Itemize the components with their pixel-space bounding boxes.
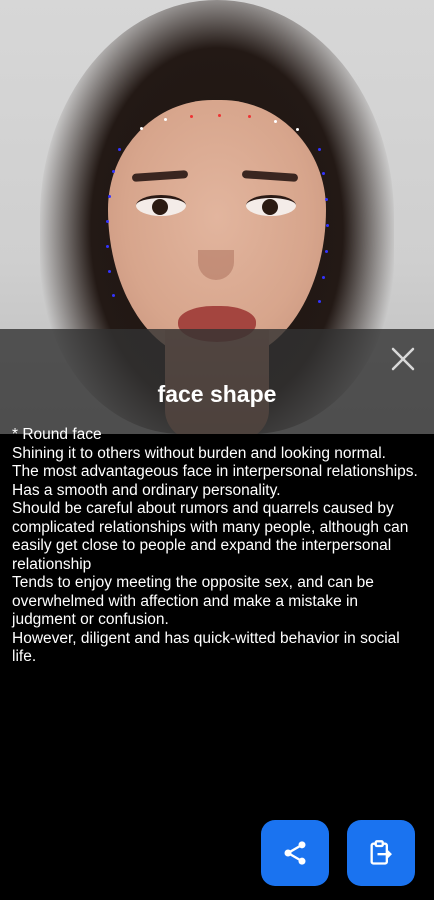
- description-line: Has a smooth and ordinary personality.: [12, 481, 281, 499]
- landmark-dot: [190, 115, 193, 118]
- landmark-dot: [322, 172, 325, 175]
- close-icon: [391, 347, 415, 371]
- landmark-dot: [164, 118, 167, 121]
- clipboard-copy-icon: [370, 840, 392, 865]
- description-line: Should be careful about rumors and quarr…: [12, 500, 409, 573]
- landmark-dot: [318, 148, 321, 151]
- right-eye: [246, 195, 296, 216]
- landmark-dot: [274, 120, 277, 123]
- landmark-dot: [118, 148, 121, 151]
- landmark-dot: [322, 276, 325, 279]
- landmark-dot: [112, 294, 115, 297]
- left-eye: [136, 195, 186, 216]
- description-line: * Round face: [12, 426, 102, 443]
- landmark-dot: [106, 245, 109, 248]
- description-line: The most advantageous face in interperso…: [12, 463, 418, 480]
- description-line: Tends to enjoy meeting the opposite sex,…: [12, 574, 374, 628]
- landmark-dot: [248, 115, 251, 118]
- face-shape-description: * Round face Shining it to others withou…: [12, 426, 422, 667]
- dialog-title: face shape: [157, 381, 277, 407]
- share-button[interactable]: [261, 820, 329, 886]
- landmark-dot: [296, 128, 299, 131]
- landmark-dot: [325, 198, 328, 201]
- share-icon: [284, 841, 306, 865]
- landmark-dot: [108, 270, 111, 273]
- copy-to-clipboard-button[interactable]: [347, 820, 415, 886]
- landmark-dot: [106, 220, 109, 223]
- landmark-dot: [112, 170, 115, 173]
- landmark-dot: [318, 300, 321, 303]
- landmark-dot: [326, 224, 329, 227]
- close-button[interactable]: [388, 344, 418, 374]
- landmark-dot: [140, 127, 143, 130]
- landmark-dot: [218, 114, 221, 117]
- description-line: Shining it to others without burden and …: [12, 444, 386, 462]
- landmark-dot: [325, 250, 328, 253]
- landmark-dot: [108, 195, 111, 198]
- description-line: However, diligent and has quick-witted b…: [12, 629, 400, 666]
